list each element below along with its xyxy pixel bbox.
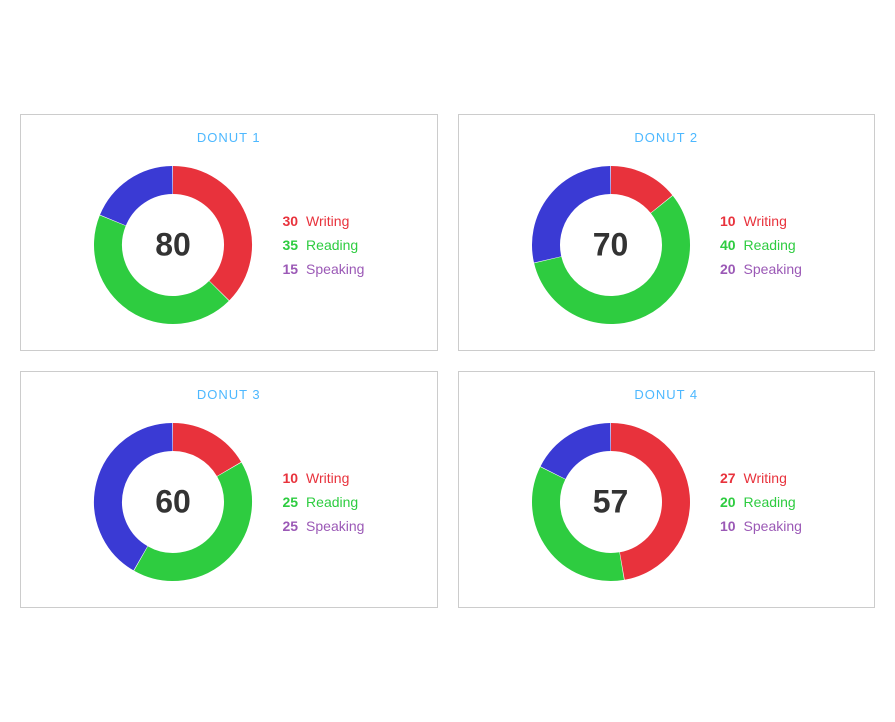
donut-chart-donut4: 57 bbox=[531, 422, 691, 582]
card-donut1: DONUT 1 80 30 Writing 35 Reading 15 Speaking bbox=[20, 114, 438, 351]
title-donut4: DONUT 4 bbox=[634, 387, 698, 402]
legend-label-writing: Writing bbox=[744, 470, 787, 486]
legend-value-writing: 27 bbox=[711, 470, 736, 486]
legend-item-writing: 10 Writing bbox=[711, 213, 802, 229]
card-donut3: DONUT 3 60 10 Writing 25 Reading 25 Speaking bbox=[20, 371, 438, 608]
legend-donut2: 10 Writing 40 Reading 20 Speaking bbox=[711, 213, 802, 277]
donut-center-value-donut4: 57 bbox=[593, 484, 629, 521]
legend-item-writing: 30 Writing bbox=[273, 213, 364, 229]
legend-label-reading: Reading bbox=[306, 494, 358, 510]
donut-center-value-donut3: 60 bbox=[155, 484, 191, 521]
legend-label-writing: Writing bbox=[306, 470, 349, 486]
body-donut3: 60 10 Writing 25 Reading 25 Speaking bbox=[83, 412, 374, 592]
donut-chart-donut2: 70 bbox=[531, 165, 691, 325]
legend-label-speaking: Speaking bbox=[306, 518, 364, 534]
donut-chart-donut3: 60 bbox=[93, 422, 253, 582]
legend-item-reading: 40 Reading bbox=[711, 237, 802, 253]
dashboard-grid: DONUT 18030Writing35Reading15SpeakingDON… bbox=[20, 114, 875, 608]
body-donut2: 70 10 Writing 40 Reading 20 Speaking bbox=[521, 155, 812, 335]
legend-label-writing: Writing bbox=[306, 213, 349, 229]
legend-item-reading: 20 Reading bbox=[711, 494, 802, 510]
title-donut3: DONUT 3 bbox=[197, 387, 261, 402]
legend-label-reading: Reading bbox=[744, 494, 796, 510]
legend-value-reading: 40 bbox=[711, 237, 736, 253]
legend-item-writing: 10 Writing bbox=[273, 470, 364, 486]
card-donut4: DONUT 4 57 27 Writing 20 Reading 10 Speaking bbox=[458, 371, 876, 608]
donut-center-value-donut2: 70 bbox=[593, 227, 629, 264]
legend-value-writing: 10 bbox=[273, 470, 298, 486]
legend-item-writing: 27 Writing bbox=[711, 470, 802, 486]
legend-donut1: 30 Writing 35 Reading 15 Speaking bbox=[273, 213, 364, 277]
legend-value-speaking: 25 bbox=[273, 518, 298, 534]
title-donut1: DONUT 1 bbox=[197, 130, 261, 145]
legend-value-writing: 30 bbox=[273, 213, 298, 229]
legend-value-reading: 20 bbox=[711, 494, 736, 510]
legend-donut3: 10 Writing 25 Reading 25 Speaking bbox=[273, 470, 364, 534]
donut-center-value-donut1: 80 bbox=[155, 227, 191, 264]
legend-value-reading: 25 bbox=[273, 494, 298, 510]
legend-item-speaking: 20 Speaking bbox=[711, 261, 802, 277]
body-donut1: 80 30 Writing 35 Reading 15 Speaking bbox=[83, 155, 374, 335]
legend-label-speaking: Speaking bbox=[306, 261, 364, 277]
legend-label-speaking: Speaking bbox=[744, 261, 802, 277]
legend-label-writing: Writing bbox=[744, 213, 787, 229]
donut-chart-donut1: 80 bbox=[93, 165, 253, 325]
title-donut2: DONUT 2 bbox=[634, 130, 698, 145]
legend-item-reading: 35 Reading bbox=[273, 237, 364, 253]
card-donut2: DONUT 2 70 10 Writing 40 Reading 20 Speaking bbox=[458, 114, 876, 351]
legend-item-speaking: 15 Speaking bbox=[273, 261, 364, 277]
legend-item-speaking: 10 Speaking bbox=[711, 518, 802, 534]
legend-value-speaking: 20 bbox=[711, 261, 736, 277]
legend-donut4: 27 Writing 20 Reading 10 Speaking bbox=[711, 470, 802, 534]
legend-value-speaking: 15 bbox=[273, 261, 298, 277]
legend-value-speaking: 10 bbox=[711, 518, 736, 534]
legend-label-speaking: Speaking bbox=[744, 518, 802, 534]
legend-value-reading: 35 bbox=[273, 237, 298, 253]
body-donut4: 57 27 Writing 20 Reading 10 Speaking bbox=[521, 412, 812, 592]
legend-item-reading: 25 Reading bbox=[273, 494, 364, 510]
legend-item-speaking: 25 Speaking bbox=[273, 518, 364, 534]
legend-label-reading: Reading bbox=[306, 237, 358, 253]
legend-label-reading: Reading bbox=[744, 237, 796, 253]
legend-value-writing: 10 bbox=[711, 213, 736, 229]
